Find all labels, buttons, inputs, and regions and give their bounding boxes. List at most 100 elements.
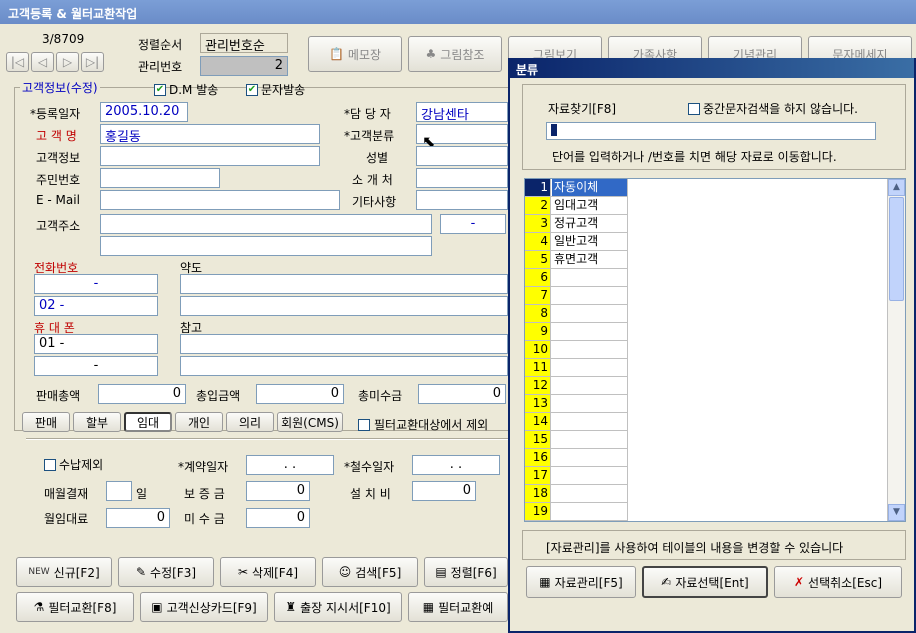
note-field[interactable] (180, 334, 508, 354)
grid-row[interactable]: 6 (525, 269, 628, 287)
filter-exchange-button[interactable]: ⚗ 필터교환[F8] (16, 592, 134, 622)
customer-card-button[interactable]: ▣ 고객신상카드[F9] (140, 592, 268, 622)
sms-checkbox[interactable]: ✔ 문자발송 (246, 81, 305, 98)
find-input[interactable] (546, 122, 876, 140)
sort-label: 정렬순서 (138, 38, 183, 52)
exclude-pay-checkbox[interactable]: 수납제외 (44, 456, 103, 473)
filter-exclude-checkbox[interactable]: 필터교환대상에서 제외 (358, 416, 488, 433)
sort-value[interactable]: 관리번호순 (200, 33, 288, 53)
type-personal-button[interactable]: 개인 (175, 412, 223, 432)
row-label (552, 395, 628, 412)
next-record-button[interactable]: ▷ (56, 52, 79, 72)
grid-row[interactable]: 8 (525, 305, 628, 323)
check-icon: ✔ (154, 83, 166, 96)
grid-row[interactable]: 2 임대고객 (525, 197, 628, 215)
map-field-2[interactable] (180, 296, 508, 316)
paid-label: 총입금액 (196, 389, 241, 403)
type-member-button[interactable]: 회원(CMS) (277, 412, 343, 432)
address-detail-field[interactable] (100, 236, 432, 256)
rent-label: 월임대료 (44, 512, 89, 526)
category-grid[interactable]: 19 18 17 16 15 14 13 12 11 10 9 8 7 6 5 휴면고객 4 일반고객 3 정규고객 2… (524, 178, 906, 522)
filter-icon: ⚗ (33, 600, 45, 614)
ssn-field[interactable] (100, 168, 220, 188)
manager-field[interactable]: 강남센타 (416, 102, 508, 122)
monthly-day-field[interactable] (106, 481, 132, 501)
zip-field[interactable]: - (440, 214, 506, 234)
row-label: 정규고객 (552, 215, 628, 232)
grid-row[interactable]: 11 (525, 359, 628, 377)
dispatch-button[interactable]: ♜ 출장 지시서[F10] (274, 592, 402, 622)
first-record-button[interactable]: |◁ (6, 52, 29, 72)
grid-row[interactable]: 16 (525, 449, 628, 467)
sort-button[interactable]: ▤ 정렬[F6] (424, 557, 508, 587)
search-button[interactable]: ☺ 검색[F5] (322, 557, 418, 587)
grid-row[interactable]: 9 (525, 323, 628, 341)
withdraw-field[interactable]: . . (412, 455, 500, 475)
unpaid2-label: 미 수 금 (184, 512, 225, 526)
grid-scrollbar[interactable]: ▲ ▼ (887, 179, 905, 521)
info-field[interactable] (100, 146, 320, 166)
row-label (552, 377, 628, 394)
cancel-selection-button[interactable]: ✗ 선택취소[Esc] (774, 566, 902, 598)
grid-row[interactable]: 14 (525, 413, 628, 431)
email-field[interactable] (100, 190, 340, 210)
select-data-button[interactable]: ✍ 자료선택[Ent] (642, 566, 768, 598)
grid-row[interactable]: 5 휴면고객 (525, 251, 628, 269)
email-label: E - Mail (36, 193, 80, 207)
grid-row[interactable]: 17 (525, 467, 628, 485)
row-label: 임대고객 (552, 197, 628, 214)
manage-data-button[interactable]: ▦ 자료관리[F5] (526, 566, 636, 598)
row-number: 7 (525, 287, 551, 304)
row-number: 12 (525, 377, 551, 394)
delete-button[interactable]: ✂ 삭제[F4] (220, 557, 316, 587)
referrer-field[interactable] (416, 168, 508, 188)
grid-row[interactable]: 13 (525, 395, 628, 413)
type-sale-button[interactable]: 판매 (22, 412, 70, 432)
prev-record-button[interactable]: ◁ (31, 52, 54, 72)
picture-ref-button[interactable]: ♣ 그림참조 (408, 36, 502, 72)
reg-date-field[interactable]: 2005.10.20 (100, 102, 188, 122)
phone2-field[interactable]: 02 - (34, 296, 158, 316)
deposit-field[interactable]: 0 (246, 481, 310, 501)
grid-row[interactable]: 18 (525, 485, 628, 503)
etc-field[interactable] (416, 190, 508, 210)
filter-plan-button[interactable]: ▦ 필터교환예 (408, 592, 508, 622)
map-field[interactable] (180, 274, 508, 294)
dm-checkbox[interactable]: ✔ D.M 발송 (154, 81, 218, 98)
unpaid2-field[interactable]: 0 (246, 508, 310, 528)
name-field[interactable]: 홍길동 (100, 124, 320, 144)
scroll-thumb[interactable] (889, 197, 904, 301)
grid-row[interactable]: 7 (525, 287, 628, 305)
address-label: 고객주소 (36, 219, 81, 233)
memo-button[interactable]: 📋 메모장 (308, 36, 402, 72)
gender-field[interactable] (416, 146, 508, 166)
row-label (552, 431, 628, 448)
phone1-field[interactable]: - (34, 274, 158, 294)
grid-row[interactable]: 10 (525, 341, 628, 359)
type-installment-button[interactable]: 할부 (73, 412, 121, 432)
grid-row[interactable]: 4 일반고객 (525, 233, 628, 251)
type-rental-button[interactable]: 임대 (124, 412, 172, 432)
row-number: 5 (525, 251, 551, 268)
day-label: 일 (136, 487, 148, 501)
grid-row[interactable]: 15 (525, 431, 628, 449)
new-button[interactable]: NEW 신규[F2] (16, 557, 112, 587)
mobile1-field[interactable]: 01 - (34, 334, 158, 354)
mobile2-field[interactable]: - (34, 356, 158, 376)
grid-row[interactable]: 1 자동이체 (525, 179, 628, 197)
last-record-button[interactable]: ▷| (81, 52, 104, 72)
scroll-down-icon[interactable]: ▼ (888, 504, 905, 521)
scroll-up-icon[interactable]: ▲ (888, 179, 905, 196)
address-field[interactable] (100, 214, 432, 234)
grid-row[interactable]: 19 (525, 503, 628, 521)
note-field-2[interactable] (180, 356, 508, 376)
type-loyalty-button[interactable]: 의리 (226, 412, 274, 432)
grid-row[interactable]: 12 (525, 377, 628, 395)
rent-field[interactable]: 0 (106, 508, 170, 528)
edit-button[interactable]: ✎ 수정[F3] (118, 557, 214, 587)
row-label (552, 305, 628, 322)
grid-row[interactable]: 3 정규고객 (525, 215, 628, 233)
contract-field[interactable]: . . (246, 455, 334, 475)
mid-search-checkbox[interactable]: 중간문자검색을 하지 않습니다. (688, 100, 858, 117)
install-field[interactable]: 0 (412, 481, 476, 501)
